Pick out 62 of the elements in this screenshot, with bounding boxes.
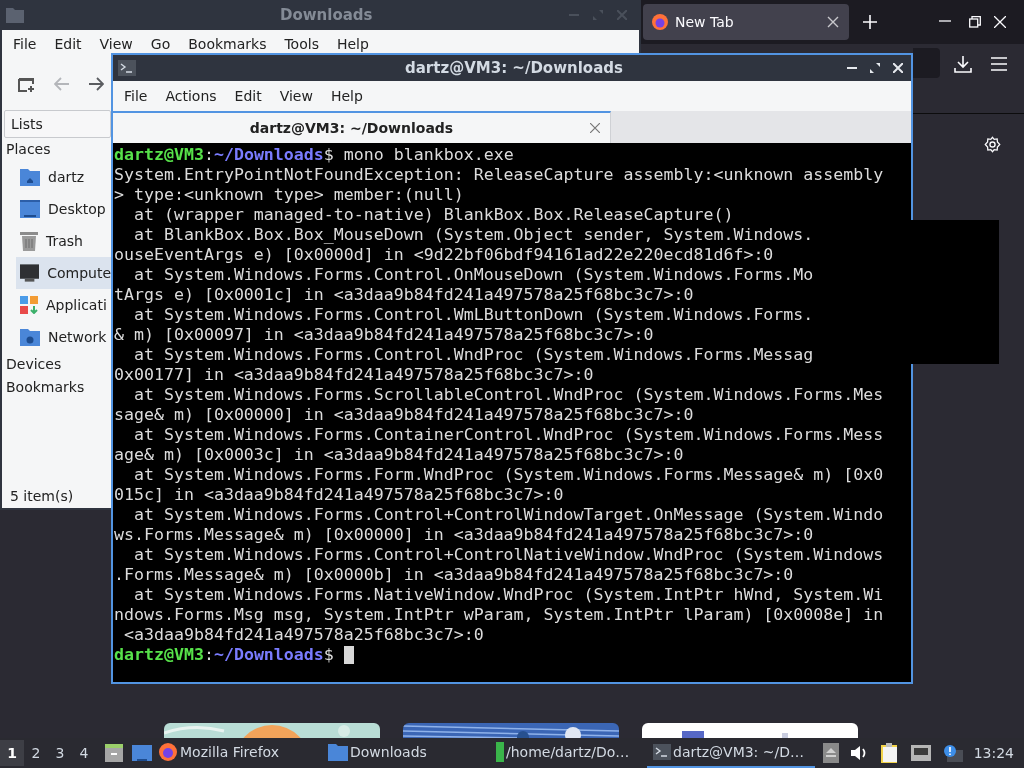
- status-text: 5 item(s): [10, 488, 74, 504]
- terminal-line: ouseEventArgs e) [0x0000d] in <9d22bf06bdf94161ad22e220ecd81d6f>:0: [113, 245, 774, 265]
- terminal-line: ndows.Forms.Msg msg, System.IntPtr wParam, System.IntPtr lParam) [0x0008e] in: [113, 605, 884, 625]
- sidebar-item[interactable]: Network: [16, 321, 111, 353]
- terminal-line: <a3daa9b84fd241a497578a25f68bc3c7>:0: [123, 625, 484, 645]
- terminal-tab[interactable]: dartz@VM3: ~/Downloads: [113, 111, 611, 143]
- sidebar-item[interactable]: Compute: [16, 257, 111, 289]
- section-heading[interactable]: Devices: [2, 353, 111, 376]
- terminal-line: at System.Windows.Forms.NativeWindow.WndProc (System.IntPtr hWnd, System.Wi: [132, 585, 884, 605]
- terminal-line: dartz@VM3:~/Downloads$: [113, 645, 334, 665]
- section-heading[interactable]: Places: [2, 138, 111, 161]
- workspace-button[interactable]: 3: [48, 740, 72, 766]
- terminal-line: at System.Windows.Forms.Control+ControlWindowTarget.OnMessage (System.Windo: [132, 505, 884, 525]
- sidebar-item[interactable]: Applicati: [16, 289, 111, 321]
- terminal-line: at BlankBox.Box.Box_MouseDown (System.Object sender, System.Windows.: [132, 225, 814, 245]
- workspace-button[interactable]: 4: [72, 740, 96, 766]
- terminal-line: at System.Windows.Forms.ScrollableControl.WndProc (System.Windows.Forms.Mes: [132, 385, 884, 405]
- workspace-button[interactable]: 2: [24, 740, 48, 766]
- terminal-line: & m) [0x00097] in <a3daa9b84fd241a497578a25f68bc3c7>:0: [113, 325, 654, 345]
- taskbar-item[interactable]: /home/dartz/Do…: [490, 738, 647, 768]
- menu-item[interactable]: Go: [141, 36, 180, 52]
- terminal-line: at (wrapper managed-to-native) BlankBox.Box.ReleaseCapture(): [132, 205, 734, 225]
- workspace-button[interactable]: 1: [0, 740, 24, 766]
- browser-tab[interactable]: New Tab: [643, 4, 849, 40]
- menu-item[interactable]: View: [270, 88, 322, 104]
- menu-item[interactable]: Edit: [225, 88, 271, 104]
- terminal-line: at System.Windows.Forms.Control.OnMouseDown (System.Windows.Forms.Mo: [132, 265, 814, 285]
- terminal-line: at System.Windows.Forms.ContainerControl.WndProc (System.Windows.Forms.Mess: [132, 425, 884, 445]
- menu-item[interactable]: File: [115, 88, 157, 104]
- terminal-line: at System.Windows.Forms.Control+ControlNativeWindow.WndProc (System.Windows: [132, 545, 884, 565]
- menu-item[interactable]: File: [4, 36, 46, 52]
- taskbar-item[interactable]: dartz@VM3: ~/D…: [647, 738, 815, 768]
- terminal-line: ws.Forms.Message& m) [0x00000] in <a3daa9b84fd241a497578a25f68bc3c7>:0: [113, 525, 814, 545]
- taskbar-item[interactable]: Downloads: [322, 738, 490, 768]
- terminal-line: at System.Windows.Forms.Form.WndProc (System.Windows.Forms.Message& m) [0x0: [132, 465, 884, 485]
- menu-item[interactable]: Bookmarks: [179, 36, 276, 52]
- menu-item[interactable]: Tools: [275, 36, 328, 52]
- window-title: dartz@VM3: ~/Downloads: [405, 59, 623, 77]
- taskbar-item[interactable]: Mozilla Firefox: [152, 738, 322, 768]
- terminal-line: age& m) [0x0003c] in <a3daa9b84fd241a497578a25f68bc3c7>:0: [113, 445, 684, 465]
- terminal-line: .Forms.Message& m) [0x0000b] in <a3daa9b84fd241a497578a25f68bc3c7>:0: [113, 565, 794, 585]
- side-pane-dropdown[interactable]: Lists: [4, 110, 111, 138]
- terminal-line: > type:<unknown type> member:(null): [113, 185, 464, 205]
- sidebar-item[interactable]: Trash: [16, 225, 111, 257]
- menu-item[interactable]: Edit: [45, 36, 91, 52]
- menu-item[interactable]: Help: [327, 36, 378, 52]
- menu-item[interactable]: View: [90, 36, 142, 52]
- terminal-line: sage& m) [0x00000] in <a3daa9b84fd241a497578a25f68bc3c7>:0: [113, 405, 694, 425]
- window-title: Downloads: [280, 6, 373, 24]
- menu-item[interactable]: Actions: [156, 88, 226, 104]
- terminal-line: 0x00177] in <a3daa9b84fd241a497578a25f68bc3c7>:0: [113, 365, 594, 385]
- section-heading[interactable]: Bookmarks: [2, 376, 111, 399]
- terminal-line: at System.Windows.Forms.Control.WmLButtonDown (System.Windows.Forms.: [132, 305, 814, 325]
- menu-item[interactable]: Help: [321, 88, 372, 104]
- terminal-line: tArgs e) [0x0001c] in <a3daa9b84fd241a497578a25f68bc3c7>:0: [113, 285, 694, 305]
- sidebar-item[interactable]: Desktop: [16, 193, 111, 225]
- clock[interactable]: 13:24: [973, 745, 1014, 761]
- terminal-line: dartz@VM3:~/Downloads$ mono blankbox.exe: [113, 145, 514, 165]
- terminal-line: 015c] in <a3daa9b84fd241a497578a25f68bc3c7>:0: [113, 485, 564, 505]
- terminal-line: System.EntryPointNotFoundException: ReleaseCapture assembly:<unknown assembly: [113, 165, 884, 185]
- terminal-line: at System.Windows.Forms.Control.WndProc (System.Windows.Forms.Messag: [132, 345, 814, 365]
- sidebar-item[interactable]: dartz: [16, 161, 111, 193]
